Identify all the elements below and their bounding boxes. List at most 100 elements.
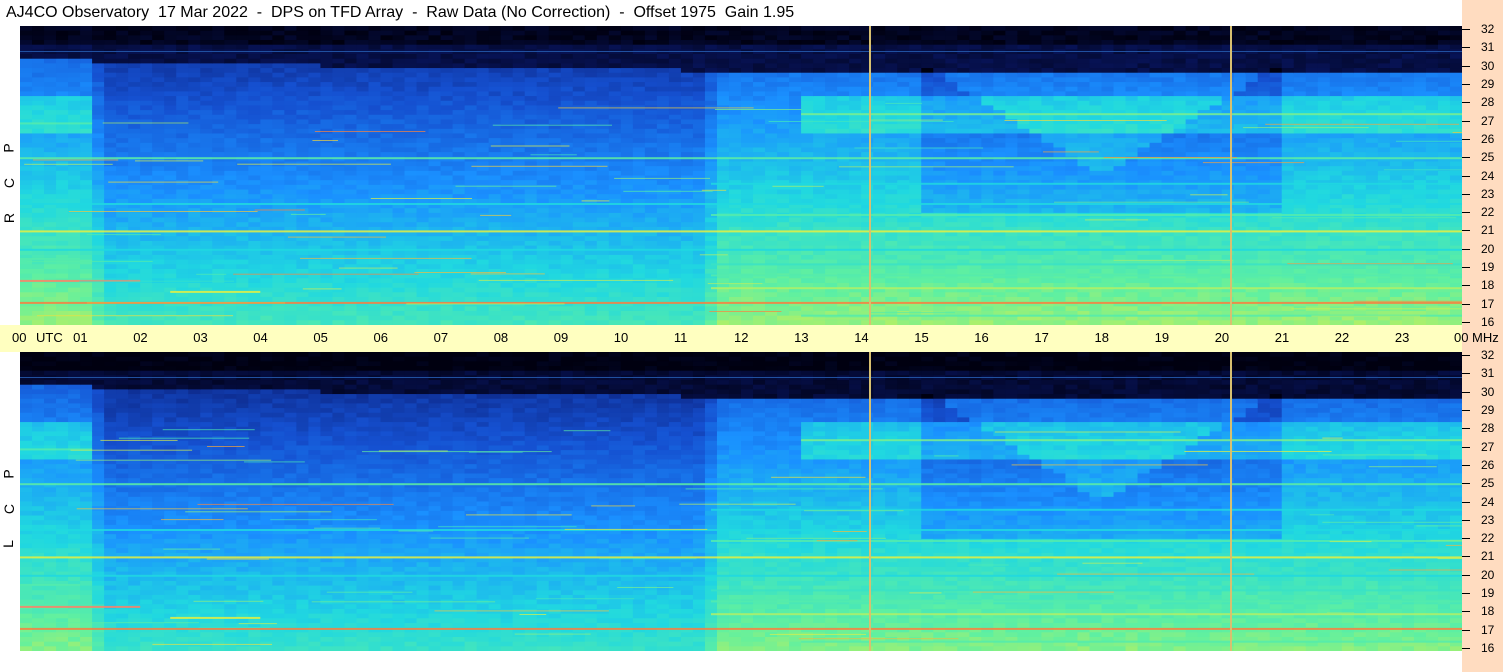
spectrogram-cell (632, 30, 646, 36)
spectrogram-cell (849, 161, 862, 167)
spectrogram-cell (512, 86, 526, 92)
spectrogram-cell (392, 133, 406, 139)
spectrogram-cell (128, 82, 141, 88)
spectrogram-cell (116, 212, 129, 219)
spectrogram-cell (692, 278, 706, 284)
spectrogram-cell (572, 44, 586, 50)
spectrogram-cell (825, 96, 838, 102)
spectrogram-cell (801, 189, 814, 195)
spectrogram-cell (128, 236, 141, 242)
spectrogram-cell (368, 44, 382, 50)
spectrogram-cell (620, 30, 634, 36)
spectrogram-cell (428, 166, 442, 172)
spectrogram-cell (308, 72, 322, 78)
spectrogram-cell (668, 212, 682, 219)
spectrogram-cell (728, 96, 742, 102)
spectrogram-cell (608, 306, 622, 312)
spectrogram-cell (632, 91, 646, 97)
spectrogram-cell (909, 105, 922, 111)
spectrogram-cell (909, 44, 922, 50)
spectrogram-cell (104, 184, 117, 191)
spectrogram-cell (656, 161, 670, 167)
spectrogram-cell (753, 142, 766, 149)
spectrogram-cell (320, 166, 334, 172)
spectrogram-cell (921, 250, 934, 256)
spectrogram-cell (284, 180, 297, 186)
spectrogram-cell (548, 268, 562, 275)
spectrogram-cell (392, 250, 406, 256)
spectrogram-cell (608, 133, 622, 139)
spectrogram-cell (765, 189, 778, 195)
spectrogram-cell (440, 110, 454, 116)
spectrogram-cell (801, 133, 814, 139)
spectrogram-cell (572, 30, 586, 36)
spectrogram-cell (428, 54, 442, 60)
spectrogram-cell (560, 77, 574, 83)
spectrogram-cell (704, 240, 718, 247)
spectrogram-cell (596, 44, 610, 50)
spectrogram-cell (188, 315, 201, 321)
spectrogram-cell (296, 180, 309, 186)
spectrogram-cell (332, 105, 346, 111)
spectrogram-cell (140, 77, 153, 83)
spectrogram-cell (440, 35, 454, 41)
spectrogram-cell (176, 315, 189, 321)
spectrogram-cell (224, 264, 237, 270)
spectrogram-cell (140, 138, 153, 144)
spectrogram-cell (644, 100, 658, 107)
spectrogram-cell (560, 264, 574, 270)
spectrogram-cell (368, 184, 382, 191)
spectrogram-cell (164, 217, 177, 223)
spectrogram-cell (236, 184, 249, 191)
spectrogram-cell (296, 278, 309, 284)
spectrogram-cell (620, 287, 634, 293)
spectrogram-cell (428, 296, 442, 303)
spectrogram-cell (536, 194, 550, 200)
spectrogram-cell (200, 105, 213, 111)
spectrogram-cell (344, 114, 358, 121)
spectrogram-cell (596, 240, 610, 247)
spectrogram-cell (332, 119, 346, 125)
spectrogram-cell (704, 138, 718, 144)
spectrogram-cell (512, 296, 526, 303)
spectrogram-cell (416, 306, 430, 312)
spectrogram-cell (716, 63, 730, 69)
spectrogram-cell (644, 82, 658, 88)
spectrogram-cell (572, 180, 586, 186)
spectrogram-cell (404, 142, 418, 149)
spectrogram-cell (572, 72, 586, 78)
spectrogram-cell (236, 86, 249, 92)
spectrogram-cell (140, 86, 153, 92)
spectrogram-cell (464, 175, 478, 181)
spectrogram-cell (945, 54, 958, 60)
spectrogram-cell (356, 35, 370, 41)
spectrogram-cell (741, 217, 754, 223)
spectrogram-cell (332, 133, 346, 139)
spectrogram-cell (716, 100, 730, 107)
spectrogram-cell (44, 259, 57, 265)
spectrogram-cell (572, 142, 586, 149)
spectrogram-cell (789, 208, 802, 214)
spectrogram-cell (716, 161, 730, 167)
spectrogram-cell (560, 315, 574, 321)
spectrogram-cell (176, 26, 189, 32)
spectrogram-cell (536, 184, 550, 191)
spectrogram-cell (308, 175, 322, 181)
spectrogram-cell (909, 189, 922, 195)
spectrogram-cell (440, 310, 454, 317)
spectrogram-cell (296, 147, 309, 153)
spectrogram-cell (68, 282, 81, 289)
spectrogram-cell (897, 26, 910, 32)
spectrogram-cell (873, 96, 886, 102)
spectrogram-cell (404, 208, 418, 214)
spectrogram-cell (404, 268, 418, 275)
spectrogram-cell (92, 77, 105, 83)
spectrogram-cell (885, 86, 898, 92)
spectrogram-cell (620, 259, 634, 265)
spectrogram-cell (428, 63, 442, 69)
spectrogram-cell (921, 40, 934, 46)
spectrogram-cell (656, 315, 670, 321)
spectrogram-cell (152, 236, 165, 242)
spectrogram-cell (32, 306, 45, 312)
spectrogram-cell (212, 54, 225, 60)
